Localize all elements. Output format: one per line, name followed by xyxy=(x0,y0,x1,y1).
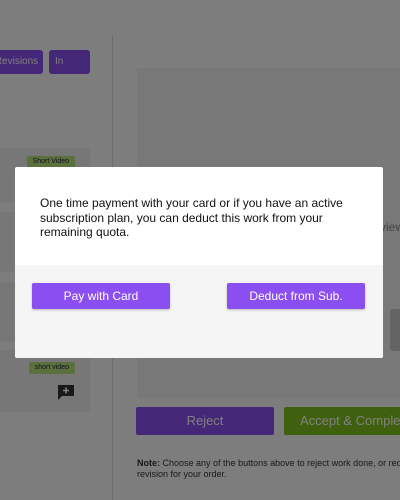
dialog-message: One time payment with your card or if yo… xyxy=(40,196,343,239)
pay-with-card-button[interactable]: Pay with Card xyxy=(32,283,170,309)
payment-dialog: One time payment with your card or if yo… xyxy=(15,167,383,358)
deduct-from-sub-button[interactable]: Deduct from Sub. xyxy=(227,283,365,309)
dialog-footer: Pay with Card Deduct from Sub. xyxy=(15,265,383,358)
